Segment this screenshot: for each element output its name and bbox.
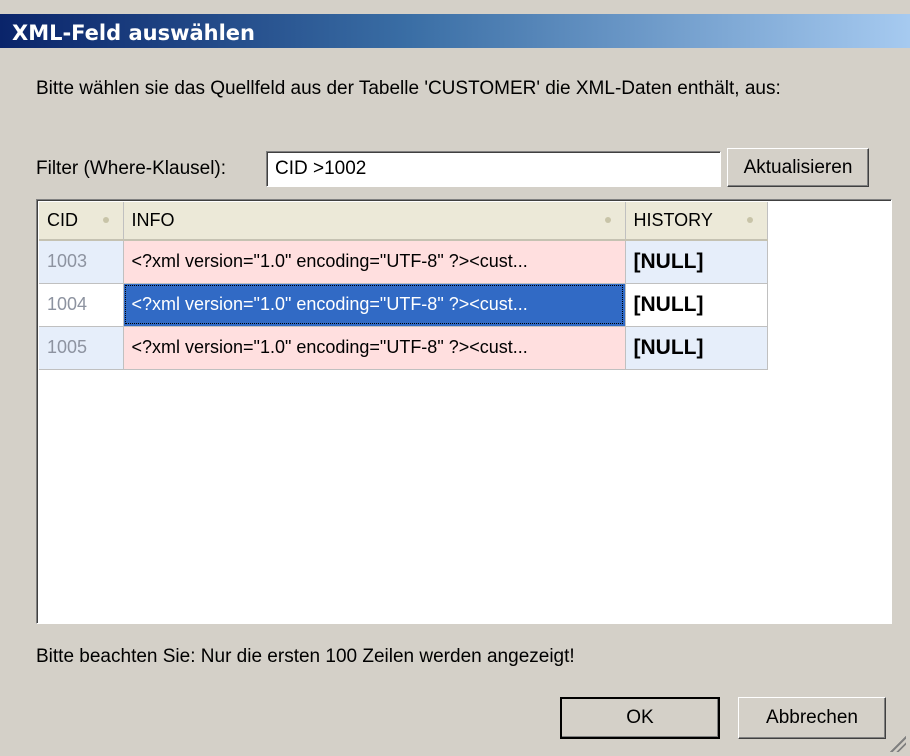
results-table: CID INFO HISTORY 1003 <?xml version="1.0… [39,202,768,370]
instruction-text: Bitte wählen sie das Quellfeld aus der T… [36,78,781,99]
cell-cid[interactable]: 1004 [39,283,124,327]
cell-info[interactable]: <?xml version="1.0" encoding="UTF-8" ?><… [123,326,626,370]
table-row[interactable]: 1004 <?xml version="1.0" encoding="UTF-8… [39,283,768,327]
column-header-info[interactable]: INFO [123,202,626,241]
table-row[interactable]: 1003 <?xml version="1.0" encoding="UTF-8… [39,240,768,284]
cancel-button[interactable]: Abbrechen [738,697,886,739]
sort-indicator-icon [746,217,753,223]
cell-cid[interactable]: 1005 [39,326,124,370]
cell-info[interactable]: <?xml version="1.0" encoding="UTF-8" ?><… [123,240,626,284]
ok-button[interactable]: OK [560,697,720,739]
column-header-label: INFO [131,210,175,230]
column-header-label: CID [47,210,78,230]
column-header-label: HISTORY [633,210,713,230]
sort-indicator-icon [102,217,109,223]
column-header-history[interactable]: HISTORY [625,202,768,241]
filter-label: Filter (Where-Klausel): [36,158,227,179]
cell-cid[interactable]: 1003 [39,240,124,284]
cell-history[interactable]: [NULL] [625,326,768,370]
resize-grip-icon[interactable] [890,736,906,752]
column-header-cid[interactable]: CID [39,202,124,241]
row-limit-note: Bitte beachten Sie: Nur die ersten 100 Z… [36,646,575,667]
data-grid[interactable]: CID INFO HISTORY 1003 <?xml version="1.0… [36,199,892,624]
window-title: XML-Feld auswählen [12,21,255,45]
cell-history[interactable]: [NULL] [625,283,768,327]
cell-info-selected[interactable]: <?xml version="1.0" encoding="UTF-8" ?><… [123,283,626,327]
cell-history[interactable]: [NULL] [625,240,768,284]
sort-indicator-icon [604,217,611,223]
refresh-button[interactable]: Aktualisieren [727,148,869,187]
table-row[interactable]: 1005 <?xml version="1.0" encoding="UTF-8… [39,326,768,370]
title-bar[interactable]: XML-Feld auswählen [0,0,910,48]
header-row: CID INFO HISTORY [39,202,768,241]
filter-input[interactable] [266,151,721,187]
